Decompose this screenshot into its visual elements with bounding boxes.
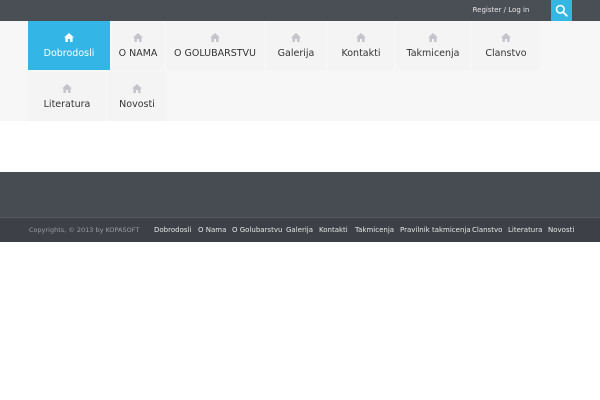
home-icon [501, 33, 511, 42]
copyright-text: Copyrights, © 2013 by KOPASOFT [29, 226, 140, 234]
nav-item-o-golubarstvu[interactable]: O GOLUBARSTVU [166, 21, 264, 70]
home-icon [133, 33, 143, 42]
footer-link-takmicenja[interactable]: Takmicenja [355, 218, 394, 242]
nav-item-literatura[interactable]: Literatura [28, 72, 106, 121]
home-icon [356, 33, 366, 42]
footer-link-galerija[interactable]: Galerija [286, 218, 313, 242]
nav-label: O NAMA [118, 48, 158, 59]
footer-link-literatura[interactable]: Literatura [508, 218, 542, 242]
footer-link-o-nama[interactable]: O Nama [198, 218, 226, 242]
footer-widgets [0, 172, 600, 217]
footer-link-o-golubarstvu[interactable]: O Golubarstvu [232, 218, 282, 242]
nav-item-clanstvo[interactable]: Clanstvo [472, 21, 540, 70]
nav-label: Dobrodosli [43, 48, 95, 59]
register-login-link[interactable]: Register / Log in [470, 0, 532, 21]
footer-link-kontakti[interactable]: Kontakti [319, 218, 348, 242]
home-icon [291, 33, 301, 42]
nav-label: Galerija [277, 48, 315, 59]
footer-link-dobrodosli[interactable]: Dobrodosli [154, 218, 191, 242]
nav-label: Kontakti [341, 48, 381, 59]
nav-item-dobrodosli[interactable]: Dobrodosli [28, 21, 110, 70]
nav-item-takmicenja[interactable]: Takmicenja [396, 21, 470, 70]
nav-label: Takmicenja [406, 48, 460, 59]
home-icon [64, 33, 74, 42]
content-area [0, 121, 600, 172]
search-button[interactable] [551, 0, 572, 21]
footer-link-pravilnik-takmicenja[interactable]: Pravilnik takmicenja [400, 218, 471, 242]
nav-label: Literatura [43, 99, 91, 110]
home-icon [210, 33, 220, 42]
footer-link-clanstvo[interactable]: Clanstvo [472, 218, 502, 242]
home-icon [62, 84, 72, 93]
nav-label: O GOLUBARSTVU [173, 48, 256, 59]
search-icon [555, 4, 568, 17]
top-bar: Register / Log in [0, 0, 600, 21]
nav-item-novosti[interactable]: Novosti [108, 72, 166, 121]
home-icon [428, 33, 438, 42]
nav-label: Clanstvo [485, 48, 527, 59]
footer-link-novosti[interactable]: Novosti [548, 218, 574, 242]
main-navigation: Dobrodosli O NAMA O GOLUBARSTVU Galerija… [0, 21, 600, 121]
home-icon [132, 84, 142, 93]
nav-item-galerija[interactable]: Galerija [266, 21, 326, 70]
nav-item-o-nama[interactable]: O NAMA [112, 21, 164, 70]
footer-bar: Copyrights, © 2013 by KOPASOFT Dobrodosl… [0, 217, 600, 242]
nav-item-kontakti[interactable]: Kontakti [328, 21, 394, 70]
nav-label: Novosti [119, 99, 155, 110]
